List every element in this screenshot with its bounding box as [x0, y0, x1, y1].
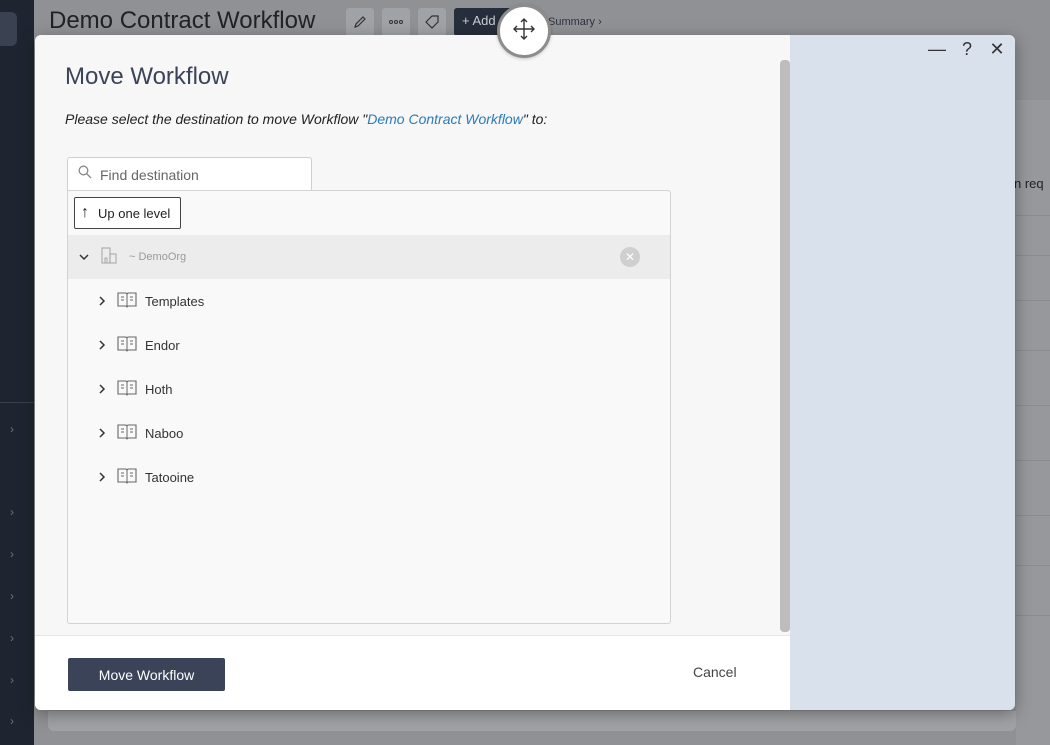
dialog-instruction: Please select the destination to move Wo… [65, 111, 547, 127]
move-workflow-button[interactable]: Move Workflow [68, 658, 225, 691]
background-right-panel [1016, 100, 1050, 745]
book-icon [117, 466, 137, 489]
background-row-divider [1016, 255, 1050, 256]
book-icon [117, 378, 137, 401]
chevron-down-icon[interactable] [77, 250, 91, 265]
sidebar-chevron-icon: › [10, 589, 14, 603]
workflow-name-link[interactable]: Demo Contract Workflow [367, 111, 523, 127]
destination-search [67, 157, 312, 191]
tree-item-label: Templates [145, 293, 205, 309]
sidebar-chevron-icon: › [10, 673, 14, 687]
dialog-scrollbar[interactable] [780, 60, 790, 632]
instruction-suffix: " to: [522, 111, 548, 127]
arrow-up-icon: ↑ [81, 204, 89, 221]
tree-item-label: Naboo [145, 425, 184, 441]
app-sidebar: › › › › › › › [0, 0, 34, 745]
chevron-right-icon[interactable] [95, 382, 109, 397]
background-row-divider [1016, 460, 1050, 461]
dialog-side-panel: — ? ✕ [790, 35, 1015, 710]
building-icon [99, 245, 119, 270]
tree-item-label: Tatooine [145, 469, 195, 485]
background-right-text: n req [1014, 176, 1044, 191]
chevron-right-icon[interactable] [95, 426, 109, 441]
dialog-footer: Move Workflow Cancel [35, 635, 790, 710]
sidebar-chevron-icon: › [10, 631, 14, 645]
minimize-icon[interactable]: — [927, 39, 947, 59]
tree-root-row[interactable]: ~ DemoOrg ✕ [68, 235, 670, 279]
background-row-divider [1016, 215, 1050, 216]
destination-tree: ↑ Up one level ~ DemoOrg ✕ Templates End… [67, 190, 671, 624]
book-icon [117, 422, 137, 445]
tree-item[interactable]: Templates [68, 279, 670, 323]
chevron-right-icon[interactable] [95, 294, 109, 309]
tree-item-label: Endor [145, 337, 180, 353]
sidebar-chevron-icon: › [10, 547, 14, 561]
tag-icon [418, 8, 446, 36]
up-one-level-label: Up one level [98, 205, 171, 221]
search-icon [78, 165, 92, 184]
search-input[interactable] [100, 166, 300, 183]
clear-selection-icon[interactable]: ✕ [620, 247, 640, 267]
background-page-title: Demo Contract Workflow [49, 7, 316, 34]
dialog-body: Move Workflow Please select the destinat… [35, 35, 790, 635]
cancel-button[interactable]: Cancel [693, 664, 737, 680]
background-row-divider [1016, 405, 1050, 406]
background-row-divider [1016, 350, 1050, 351]
chevron-right-icon[interactable] [95, 470, 109, 485]
sidebar-chevron-icon: › [10, 505, 14, 519]
sidebar-chevron-icon: › [10, 422, 14, 436]
tree-item[interactable]: Naboo [68, 411, 670, 455]
up-one-level-button[interactable]: ↑ Up one level [74, 197, 182, 229]
background-row-divider [1016, 515, 1050, 516]
help-icon[interactable]: ? [957, 39, 977, 59]
sidebar-chevron-icon: › [10, 714, 14, 728]
dialog-title: Move Workflow [65, 63, 229, 90]
tree-item[interactable]: Endor [68, 323, 670, 367]
chevron-right-icon[interactable] [95, 338, 109, 353]
background-row-divider [1016, 615, 1050, 616]
tree-item[interactable]: Hoth [68, 367, 670, 411]
tree-root-label: ~ DemoOrg [129, 251, 187, 263]
move-workflow-dialog: Move Workflow Please select the destinat… [35, 35, 1015, 710]
sidebar-top-item [0, 12, 17, 46]
close-icon[interactable]: ✕ [987, 39, 1007, 59]
background-row-divider [1016, 565, 1050, 566]
book-icon [117, 334, 137, 357]
background-breadcrumb: Summary › [548, 16, 602, 28]
edit-icon [346, 8, 374, 36]
instruction-prefix: Please select the destination to move Wo… [65, 111, 368, 127]
tree-item[interactable]: Tatooine [68, 455, 670, 499]
move-icon [511, 16, 537, 47]
book-icon [117, 290, 137, 313]
window-controls: — ? ✕ [927, 39, 1007, 59]
background-bottom-bar [48, 711, 1016, 731]
tree-item-label: Hoth [145, 381, 173, 397]
sidebar-divider [0, 402, 34, 403]
background-row-divider [1016, 300, 1050, 301]
more-icon [382, 8, 410, 36]
drag-handle[interactable] [497, 4, 551, 58]
